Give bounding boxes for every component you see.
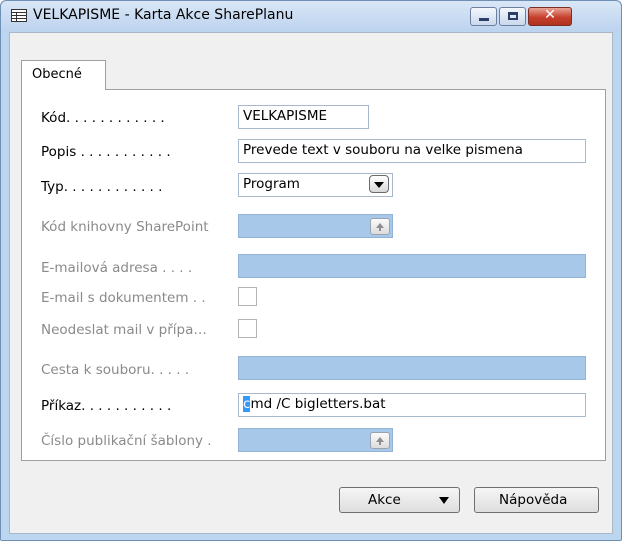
- title-bar[interactable]: VELKAPISME - Karta Akce SharePlanu ✕: [1, 1, 621, 31]
- popis-field[interactable]: Prevede text v souboru na velke pismena: [238, 139, 586, 163]
- table-icon: [11, 9, 27, 22]
- napoveda-label: Nápověda: [499, 492, 568, 508]
- cislo-sablony-label: Číslo publikační šablony .: [41, 433, 212, 449]
- neodeslat-checkbox: [238, 319, 257, 338]
- tab-label: Obecné: [32, 67, 82, 82]
- maximize-icon: [508, 12, 518, 20]
- neodeslat-label: Neodeslat mail v přípa…: [41, 322, 207, 338]
- close-icon: ✕: [544, 7, 556, 23]
- minimize-button[interactable]: [470, 7, 497, 26]
- typ-dropdown-button[interactable]: [369, 175, 389, 193]
- lookup-arrow-icon: [370, 432, 390, 449]
- maximize-button[interactable]: [499, 7, 526, 26]
- email-dokument-checkbox: [238, 287, 257, 306]
- close-button[interactable]: ✕: [528, 7, 572, 26]
- chevron-down-icon: [439, 497, 449, 504]
- cesta-field: [238, 356, 586, 380]
- cesta-label: Cesta k souboru. . . . .: [41, 362, 190, 378]
- email-label: E-mailová adresa . . . .: [41, 260, 193, 276]
- kod-label: Kód. . . . . . . . . . . .: [41, 110, 165, 126]
- prikaz-field[interactable]: cmd /C bigletters.bat: [238, 393, 586, 417]
- window-title: VELKAPISME - Karta Akce SharePlanu: [33, 7, 294, 23]
- popis-label: Popis . . . . . . . . . . .: [41, 144, 171, 160]
- lookup-arrow-icon: [370, 218, 390, 235]
- email-field: [238, 254, 586, 278]
- prikaz-text: md /C bigletters.bat: [250, 396, 386, 412]
- kod-field[interactable]: VELKAPISME: [238, 105, 369, 129]
- akce-label: Akce: [368, 492, 401, 508]
- typ-label: Typ. . . . . . . . . . . .: [41, 179, 163, 195]
- email-dokument-label: E-mail s dokumentem . .: [41, 290, 206, 306]
- minimize-icon: [479, 18, 489, 21]
- kod-knihovny-label: Kód knihovny SharePoint: [41, 219, 209, 235]
- akce-button[interactable]: Akce: [339, 487, 460, 513]
- prikaz-label: Příkaz. . . . . . . . . . .: [41, 398, 172, 414]
- napoveda-button[interactable]: Nápověda: [474, 487, 599, 513]
- tab-obecne[interactable]: Obecné: [21, 60, 106, 90]
